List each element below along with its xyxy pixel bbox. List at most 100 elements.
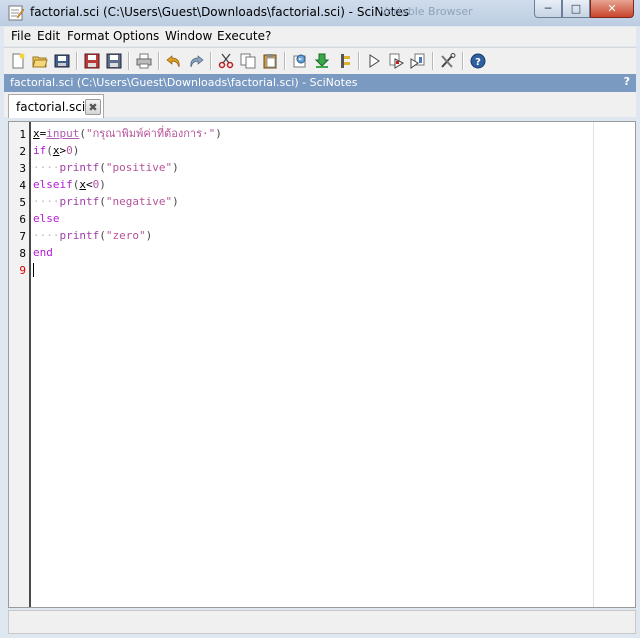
- paren-token: ): [99, 178, 106, 191]
- redo-button[interactable]: [186, 51, 206, 71]
- new-file-button[interactable]: [8, 51, 28, 71]
- open-folder-icon: [54, 54, 70, 68]
- execute-file-icon: [293, 54, 306, 68]
- number-token: 0: [66, 144, 73, 157]
- line-number: 3: [19, 162, 26, 175]
- code-line: end: [33, 244, 53, 261]
- tab-close-button[interactable]: ✖: [85, 99, 101, 115]
- close-icon: ✕: [607, 2, 617, 15]
- execute-file-button[interactable]: [290, 51, 310, 71]
- toolbar-separator: [158, 52, 160, 70]
- close-icon: ✖: [88, 100, 98, 114]
- code-editor[interactable]: 1 2 3 4 5 6 7 8 9 x=input("กรุณาพิมพ์ค่า…: [8, 121, 636, 608]
- menu-edit[interactable]: Edit: [37, 29, 60, 43]
- keyword-token: end: [33, 246, 53, 259]
- menu-options[interactable]: Options: [113, 29, 159, 43]
- tab-factorial-sci[interactable]: factorial.sci ✖: [8, 94, 104, 118]
- paren-token: ): [172, 161, 179, 174]
- svg-text:?: ?: [475, 57, 481, 68]
- title-bar[interactable]: factorial.sci (C:\Users\Guest\Downloads\…: [0, 0, 640, 26]
- redo-icon: [190, 55, 204, 68]
- indent-whitespace: ····: [33, 229, 60, 242]
- open-folder-button[interactable]: [52, 51, 72, 71]
- toolbar-separator: [210, 52, 212, 70]
- settings-button[interactable]: [438, 51, 458, 71]
- window-controls: ─ □ ✕: [534, 0, 634, 18]
- line-number-gutter: 1 2 3 4 5 6 7 8 9: [9, 122, 31, 607]
- function-token: printf: [59, 161, 100, 174]
- string-token: "positive": [105, 161, 173, 174]
- code-line: else: [33, 210, 60, 227]
- print-icon: [136, 53, 152, 69]
- function-token: input: [46, 127, 80, 140]
- toolbar-separator: [128, 52, 130, 70]
- keyword-token: if: [33, 144, 47, 157]
- variable-token: x: [33, 127, 40, 140]
- scinotes-window: factorial.sci (C:\Users\Guest\Downloads\…: [0, 0, 640, 638]
- operator-token: <: [86, 178, 93, 191]
- open-file-icon: [32, 56, 48, 68]
- code-line: x=input("กรุณาพิมพ์ค่าที่ต้องการ·"): [33, 125, 222, 142]
- code-line: ····printf("negative"): [33, 193, 179, 210]
- function-token: printf: [59, 229, 100, 242]
- line-number: 6: [19, 213, 26, 226]
- paren-token: ): [172, 195, 179, 208]
- code-text-area[interactable]: x=input("กรุณาพิมพ์ค่าที่ต้องการ·") if ( x…: [33, 122, 633, 607]
- run-with-echo-button[interactable]: [386, 51, 406, 71]
- print-button[interactable]: [134, 51, 154, 71]
- copy-button[interactable]: [238, 51, 258, 71]
- help-icon: ?: [470, 53, 486, 69]
- menu-bar: File Edit Format Options Window Execute …: [4, 27, 636, 46]
- undo-button[interactable]: [164, 51, 184, 71]
- run-until-caret-button[interactable]: [408, 51, 428, 71]
- settings-icon: [441, 53, 456, 68]
- execute-selection-button[interactable]: [334, 51, 354, 71]
- paren-token: (: [99, 161, 106, 174]
- paste-button[interactable]: [260, 51, 280, 71]
- cut-button[interactable]: [216, 51, 236, 71]
- paren-token: ): [145, 229, 153, 242]
- close-window-button[interactable]: ✕: [590, 0, 634, 18]
- function-token: printf: [59, 195, 100, 208]
- paren-token: (: [99, 229, 106, 242]
- menu-file[interactable]: File: [11, 29, 31, 43]
- string-token: "zero": [105, 229, 146, 242]
- minimize-icon: ─: [544, 2, 552, 15]
- save-as-button[interactable]: [104, 51, 124, 71]
- variable-token: x: [79, 178, 86, 191]
- open-file-button[interactable]: [30, 51, 50, 71]
- text-caret: [33, 263, 34, 277]
- tab-strip: factorial.sci ✖: [4, 92, 636, 118]
- save-button[interactable]: [82, 51, 102, 71]
- minimize-button[interactable]: ─: [534, 0, 562, 18]
- run-button[interactable]: [364, 51, 384, 71]
- menu-execute[interactable]: Execute: [217, 29, 265, 43]
- paren-token: (: [79, 127, 86, 140]
- maximize-icon: □: [570, 2, 582, 15]
- current-line-number: 9: [19, 264, 26, 277]
- load-into-scilab-icon: [314, 53, 330, 68]
- keyword-token: else: [33, 212, 60, 225]
- maximize-button[interactable]: □: [562, 0, 590, 18]
- help-button[interactable]: ?: [468, 51, 488, 71]
- save-icon: [84, 53, 100, 69]
- line-number: 7: [19, 230, 26, 243]
- keyword-token: elseif: [33, 178, 73, 191]
- document-header-help[interactable]: ?: [624, 75, 630, 88]
- window-title: factorial.sci (C:\Users\Guest\Downloads\…: [30, 5, 410, 19]
- execute-selection-icon: [341, 54, 350, 68]
- load-into-scilab-button[interactable]: [312, 51, 332, 71]
- line-number: 2: [19, 145, 26, 158]
- undo-icon: [166, 55, 180, 68]
- run-with-echo-icon: [389, 53, 404, 69]
- menu-help[interactable]: ?: [265, 29, 271, 43]
- paren-token: ): [72, 144, 80, 157]
- toolbar: ?: [4, 47, 636, 74]
- toolbar-separator: [76, 52, 78, 70]
- variable-token: x: [52, 144, 60, 157]
- menu-format[interactable]: Format: [67, 29, 109, 43]
- background-window-title: Variable Browser: [380, 5, 473, 18]
- menu-window[interactable]: Window: [165, 29, 212, 43]
- status-bar: [8, 610, 636, 634]
- toolbar-separator: [358, 52, 360, 70]
